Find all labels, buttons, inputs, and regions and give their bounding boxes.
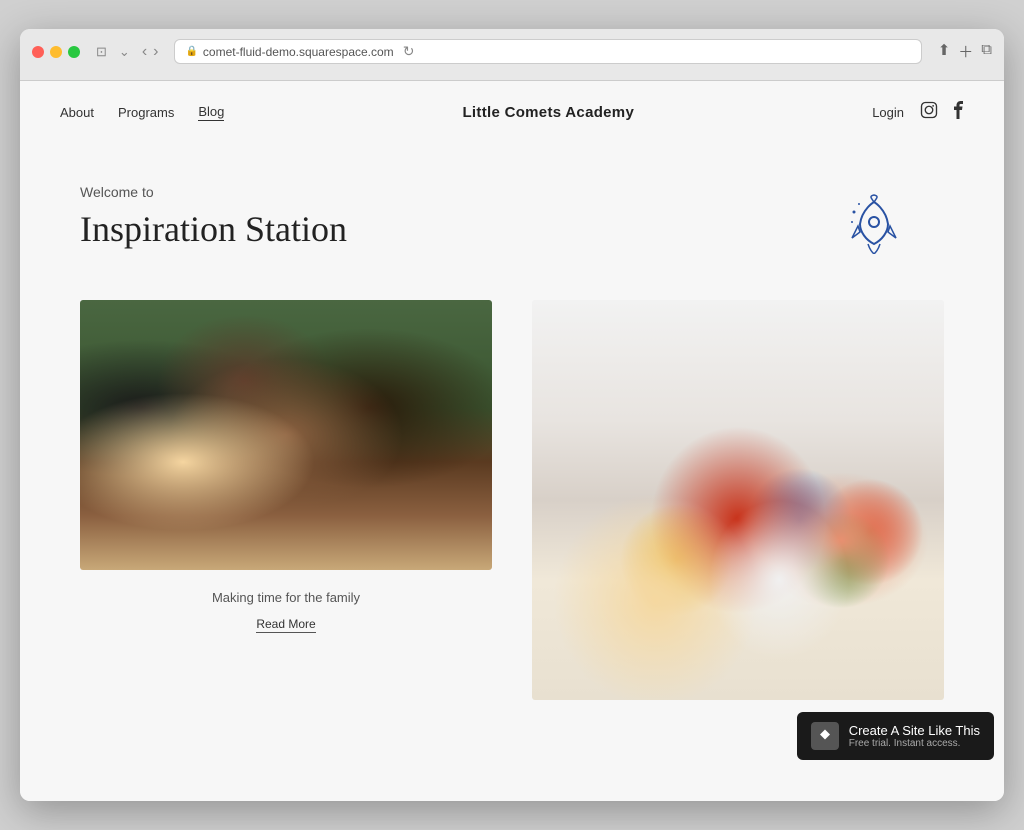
page-heading: Inspiration Station	[80, 208, 944, 250]
minimize-button[interactable]	[50, 46, 62, 58]
squarespace-banner-text: Create A Site Like This Free trial. Inst…	[849, 723, 980, 749]
address-bar[interactable]: 🔒 comet-fluid-demo.squarespace.com ↻	[174, 39, 921, 64]
browser-navigation: ‹ ›	[142, 43, 159, 61]
sidebar-toggle-button[interactable]: ⊡	[92, 42, 111, 62]
nav-blog[interactable]: Blog	[198, 104, 224, 121]
rocket-icon	[844, 194, 904, 259]
url-text: comet-fluid-demo.squarespace.com	[203, 45, 394, 59]
window-controls: ⊡ ⌄	[92, 42, 134, 62]
refresh-button[interactable]: ↻	[403, 43, 415, 60]
nav-right: Login	[872, 101, 964, 124]
squarespace-banner[interactable]: Create A Site Like This Free trial. Inst…	[797, 712, 994, 760]
site-title: Little Comets Academy	[462, 104, 634, 121]
blog-card-caption-family: Making time for the family	[80, 590, 492, 605]
forward-button[interactable]: ›	[153, 43, 158, 61]
traffic-lights	[32, 46, 80, 58]
back-button[interactable]: ‹	[142, 43, 147, 61]
browser-window: ⊡ ⌄ ‹ › 🔒 comet-fluid-demo.squarespace.c…	[20, 29, 1004, 801]
squarespace-main-text: Create A Site Like This	[849, 723, 980, 738]
main-content: Welcome to Inspiration Station	[20, 144, 1004, 780]
read-more-link-family[interactable]: Read More	[256, 617, 315, 633]
tabs-button[interactable]: ⧉	[981, 41, 992, 62]
share-button[interactable]: ⬆	[938, 41, 951, 62]
blog-card-art	[532, 300, 944, 720]
close-button[interactable]	[32, 46, 44, 58]
maximize-button[interactable]	[68, 46, 80, 58]
nav-left: About Programs Blog	[60, 104, 224, 121]
browser-chrome: ⊡ ⌄ ‹ › 🔒 comet-fluid-demo.squarespace.c…	[20, 29, 1004, 81]
instagram-icon[interactable]	[920, 101, 938, 124]
blog-card-family: Making time for the family Read More	[80, 300, 492, 633]
browser-actions: ⬆ ＋ ⧉	[938, 41, 992, 62]
chevron-down-icon: ⌄	[115, 42, 134, 62]
lock-icon: 🔒	[185, 46, 197, 57]
squarespace-sub-text: Free trial. Instant access.	[849, 738, 980, 749]
squarespace-icon	[811, 722, 839, 750]
nav-about[interactable]: About	[60, 105, 94, 120]
page-content: About Programs Blog Little Comets Academ…	[20, 81, 1004, 801]
welcome-text: Welcome to	[80, 184, 944, 200]
new-tab-button[interactable]: ＋	[958, 41, 973, 62]
blog-card-image-art[interactable]	[532, 300, 944, 700]
blog-grid: Making time for the family Read More	[80, 300, 944, 720]
read-more-container: Read More	[80, 615, 492, 633]
blog-card-image-family[interactable]	[80, 300, 492, 570]
nav-programs[interactable]: Programs	[118, 105, 174, 120]
facebook-icon[interactable]	[954, 101, 964, 124]
login-link[interactable]: Login	[872, 105, 904, 120]
site-header: About Programs Blog Little Comets Academ…	[20, 81, 1004, 144]
